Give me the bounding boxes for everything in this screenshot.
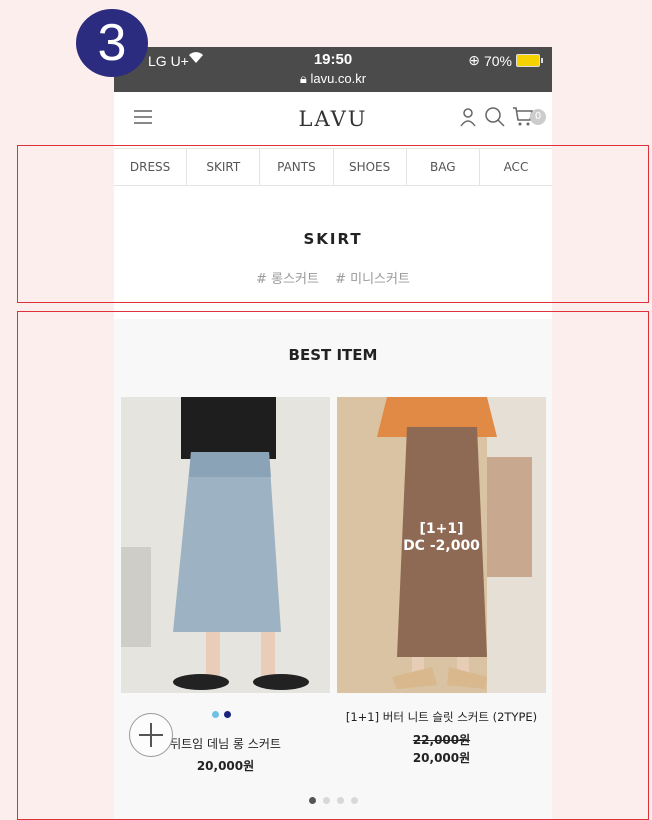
category-bag[interactable]: BAG	[407, 149, 480, 185]
tag-mini-skirt[interactable]: # 미니스커트	[335, 272, 410, 287]
tag-long-skirt[interactable]: # 롱스커트	[256, 272, 319, 287]
promo-overlay: [1+1] DC -2,000	[337, 521, 546, 555]
best-item-title: BEST ITEM	[288, 346, 378, 364]
pagination-dot[interactable]	[336, 797, 344, 804]
product-price-denim-skirt: 20,000원	[196, 759, 255, 773]
category-dress[interactable]: DRESS	[114, 149, 188, 185]
status-bar: LG U+ 19:50 🔒︎ lavu.co.kr ⊕ 70%	[114, 47, 552, 92]
rotation-lock-icon: ⊕	[468, 52, 480, 68]
product-image-denim-skirt[interactable]	[121, 397, 330, 693]
battery-percent: 70%	[483, 52, 512, 69]
swatch-navy[interactable]	[224, 711, 231, 718]
promo-line-2: DC -2,000	[403, 538, 480, 554]
battery-indicator: ⊕ 70%	[468, 52, 543, 69]
carousel-pagination	[114, 797, 552, 804]
cart-button[interactable]: 0	[512, 105, 546, 129]
category-shoes[interactable]: SHOES	[334, 149, 407, 185]
pagination-dot[interactable]	[308, 797, 316, 804]
pagination-dot[interactable]	[322, 797, 330, 804]
step-number-badge: 3	[76, 9, 148, 77]
category-pants[interactable]: PANTS	[260, 149, 334, 185]
user-icon[interactable]	[458, 106, 478, 128]
product-image-knit-skirt[interactable]: [1+1] DC -2,000	[337, 397, 546, 693]
page-title: SKIRT	[303, 230, 363, 248]
color-swatches	[212, 711, 231, 718]
cart-count-badge: 0	[530, 109, 546, 125]
best-item-section: BEST ITEM [1+1] DC -2,000 뒤트임 데님 롱 스커트 2…	[114, 319, 552, 820]
tag-list: # 롱스커트 # 미니스커트	[114, 268, 552, 287]
search-icon[interactable]	[484, 106, 506, 128]
product-original-price-knit-skirt: 22,000원	[412, 733, 471, 747]
promo-line-1: [1+1]	[419, 521, 464, 537]
site-header: LAVU 0	[114, 92, 552, 148]
floating-plus-button[interactable]	[129, 713, 173, 757]
url-text: lavu.co.kr	[310, 71, 367, 86]
product-price-knit-skirt: 20,000원	[412, 751, 471, 765]
phone-screen: LG U+ 19:50 🔒︎ lavu.co.kr ⊕ 70% LAVU 0 D…	[114, 47, 552, 820]
pagination-dot[interactable]	[350, 797, 358, 804]
step-number: 3	[97, 14, 127, 72]
category-acc[interactable]: ACC	[480, 149, 552, 185]
battery-icon	[516, 54, 543, 67]
category-skirt[interactable]: SKIRT	[187, 149, 261, 185]
denim-skirt-illustration	[121, 397, 330, 693]
address-bar[interactable]: 🔒︎ lavu.co.kr	[114, 71, 552, 87]
product-name-knit-skirt[interactable]: [1+1] 버터 니트 슬릿 스커트 (2TYPE)	[337, 709, 546, 725]
swatch-light-blue[interactable]	[212, 711, 219, 718]
lock-icon: 🔒︎	[299, 71, 307, 86]
category-nav: DRESS SKIRT PANTS SHOES BAG ACC	[114, 148, 552, 186]
